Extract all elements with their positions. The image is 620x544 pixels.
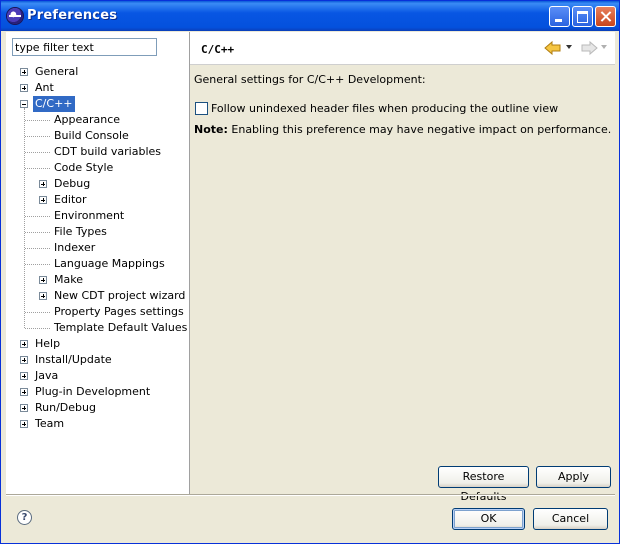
- page-description: General settings for C/C++ Development:: [194, 73, 426, 86]
- minimize-button[interactable]: [549, 6, 570, 27]
- follow-unindexed-headers-checkbox[interactable]: [195, 102, 208, 115]
- filter-input[interactable]: [12, 38, 157, 56]
- expand-icon[interactable]: [20, 420, 28, 428]
- page-header: C/C++: [190, 32, 615, 65]
- tree-item-label[interactable]: Code Style: [52, 160, 115, 176]
- tree-item-label[interactable]: Team: [33, 416, 66, 432]
- tree-item[interactable]: Install/Update: [6, 352, 189, 368]
- expand-icon[interactable]: [39, 196, 47, 204]
- collapse-icon[interactable]: [20, 100, 28, 108]
- tree-item[interactable]: Plug-in Development: [6, 384, 189, 400]
- tree-connector-line: [25, 328, 50, 329]
- tree-item[interactable]: Language Mappings: [6, 256, 189, 272]
- tree-item-label[interactable]: CDT build variables: [52, 144, 163, 160]
- expand-icon[interactable]: [20, 356, 28, 364]
- checkbox-label[interactable]: Follow unindexed header files when produ…: [211, 102, 558, 116]
- forward-arrow-icon: [581, 40, 598, 56]
- tree-item-label[interactable]: Java: [33, 368, 60, 384]
- tree-item-label[interactable]: Make: [52, 272, 85, 288]
- tree-connector-line: [25, 264, 50, 265]
- tree-connector-line: [25, 232, 50, 233]
- tree-item[interactable]: Run/Debug: [6, 400, 189, 416]
- preferences-nav-panel: GeneralAntC/C++AppearanceBuild ConsoleCD…: [6, 32, 190, 494]
- help-icon[interactable]: ?: [17, 510, 32, 525]
- expand-icon[interactable]: [20, 404, 28, 412]
- tree-item-label[interactable]: Help: [33, 336, 62, 352]
- forward-dropdown-chevron-down-icon: [601, 45, 607, 49]
- tree-item[interactable]: Indexer: [6, 240, 189, 256]
- expand-icon[interactable]: [39, 276, 47, 284]
- tree-item-label[interactable]: Build Console: [52, 128, 131, 144]
- expand-icon[interactable]: [20, 388, 28, 396]
- ok-button[interactable]: OK: [452, 508, 525, 530]
- expand-icon[interactable]: [39, 292, 47, 300]
- tree-item-label[interactable]: Language Mappings: [52, 256, 167, 272]
- tree-item-label[interactable]: Debug: [52, 176, 92, 192]
- preferences-window: Preferences GeneralAntC/C++AppearanceBui…: [0, 0, 620, 544]
- tree-item[interactable]: File Types: [6, 224, 189, 240]
- page-title: C/C++: [201, 43, 235, 56]
- tree-item-label[interactable]: General: [33, 64, 80, 80]
- close-button[interactable]: [595, 6, 616, 27]
- tree-item-label[interactable]: Indexer: [52, 240, 97, 256]
- maximize-button[interactable]: [572, 6, 593, 27]
- tree-item-label[interactable]: C/C++: [33, 96, 75, 112]
- restore-defaults-button[interactable]: Restore Defaults: [438, 466, 529, 503]
- dialog-separator: [6, 494, 615, 496]
- tree-item[interactable]: Environment: [6, 208, 189, 224]
- tree-item[interactable]: Template Default Values: [6, 320, 189, 336]
- tree-connector-line: [25, 152, 50, 153]
- cancel-button[interactable]: Cancel: [533, 508, 608, 530]
- tree-connector-line: [25, 120, 50, 121]
- tree-item-label[interactable]: Ant: [33, 80, 56, 96]
- tree-connector-line: [25, 248, 50, 249]
- tree-item[interactable]: New CDT project wizard: [6, 288, 189, 304]
- expand-icon[interactable]: [20, 68, 28, 76]
- tree-item[interactable]: Team: [6, 416, 189, 432]
- eclipse-icon: [7, 8, 23, 24]
- tree-connector-line: [25, 136, 50, 137]
- back-arrow-icon[interactable]: [544, 40, 562, 56]
- window-title: Preferences: [27, 8, 118, 23]
- back-dropdown-chevron-down-icon[interactable]: [564, 42, 574, 52]
- tree-connector-line: [25, 168, 50, 169]
- tree-item[interactable]: General: [6, 64, 189, 80]
- expand-icon[interactable]: [20, 84, 28, 92]
- tree-item-label[interactable]: File Types: [52, 224, 109, 240]
- tree-item[interactable]: Help: [6, 336, 189, 352]
- expand-icon[interactable]: [20, 372, 28, 380]
- tree-item[interactable]: Code Style: [6, 160, 189, 176]
- expand-icon[interactable]: [39, 180, 47, 188]
- tree-item[interactable]: Make: [6, 272, 189, 288]
- tree-item[interactable]: Java: [6, 368, 189, 384]
- tree-connector-line: [25, 312, 50, 313]
- tree-item-label[interactable]: Template Default Values: [52, 320, 189, 336]
- tree-item-label[interactable]: Run/Debug: [33, 400, 98, 416]
- tree-item[interactable]: Build Console: [6, 128, 189, 144]
- tree-item[interactable]: Property Pages settings: [6, 304, 189, 320]
- note-text: Enabling this preference may have negati…: [231, 123, 612, 136]
- tree-item[interactable]: Debug: [6, 176, 189, 192]
- tree-item-label[interactable]: Appearance: [52, 112, 122, 128]
- tree-item-label[interactable]: Environment: [52, 208, 126, 224]
- tree-item[interactable]: C/C++: [6, 96, 189, 112]
- tree-item-label[interactable]: Property Pages settings: [52, 304, 186, 320]
- apply-button[interactable]: Apply: [536, 466, 611, 488]
- tree-connector-line: [25, 216, 50, 217]
- tree-item-label[interactable]: Plug-in Development: [33, 384, 152, 400]
- title-bar[interactable]: Preferences: [1, 1, 619, 31]
- tree-item-label[interactable]: Editor: [52, 192, 89, 208]
- tree-item[interactable]: Appearance: [6, 112, 189, 128]
- note-prefix: Note:: [194, 123, 228, 136]
- tree-item-label[interactable]: New CDT project wizard: [52, 288, 187, 304]
- performance-note: Note: Enabling this preference may have …: [194, 123, 611, 136]
- preference-page: C/C++ General settings for C/C++ Develop…: [190, 32, 615, 503]
- expand-icon[interactable]: [20, 340, 28, 348]
- tree-item[interactable]: Editor: [6, 192, 189, 208]
- tree-item[interactable]: CDT build variables: [6, 144, 189, 160]
- tree-item-label[interactable]: Install/Update: [33, 352, 114, 368]
- tree-item[interactable]: Ant: [6, 80, 189, 96]
